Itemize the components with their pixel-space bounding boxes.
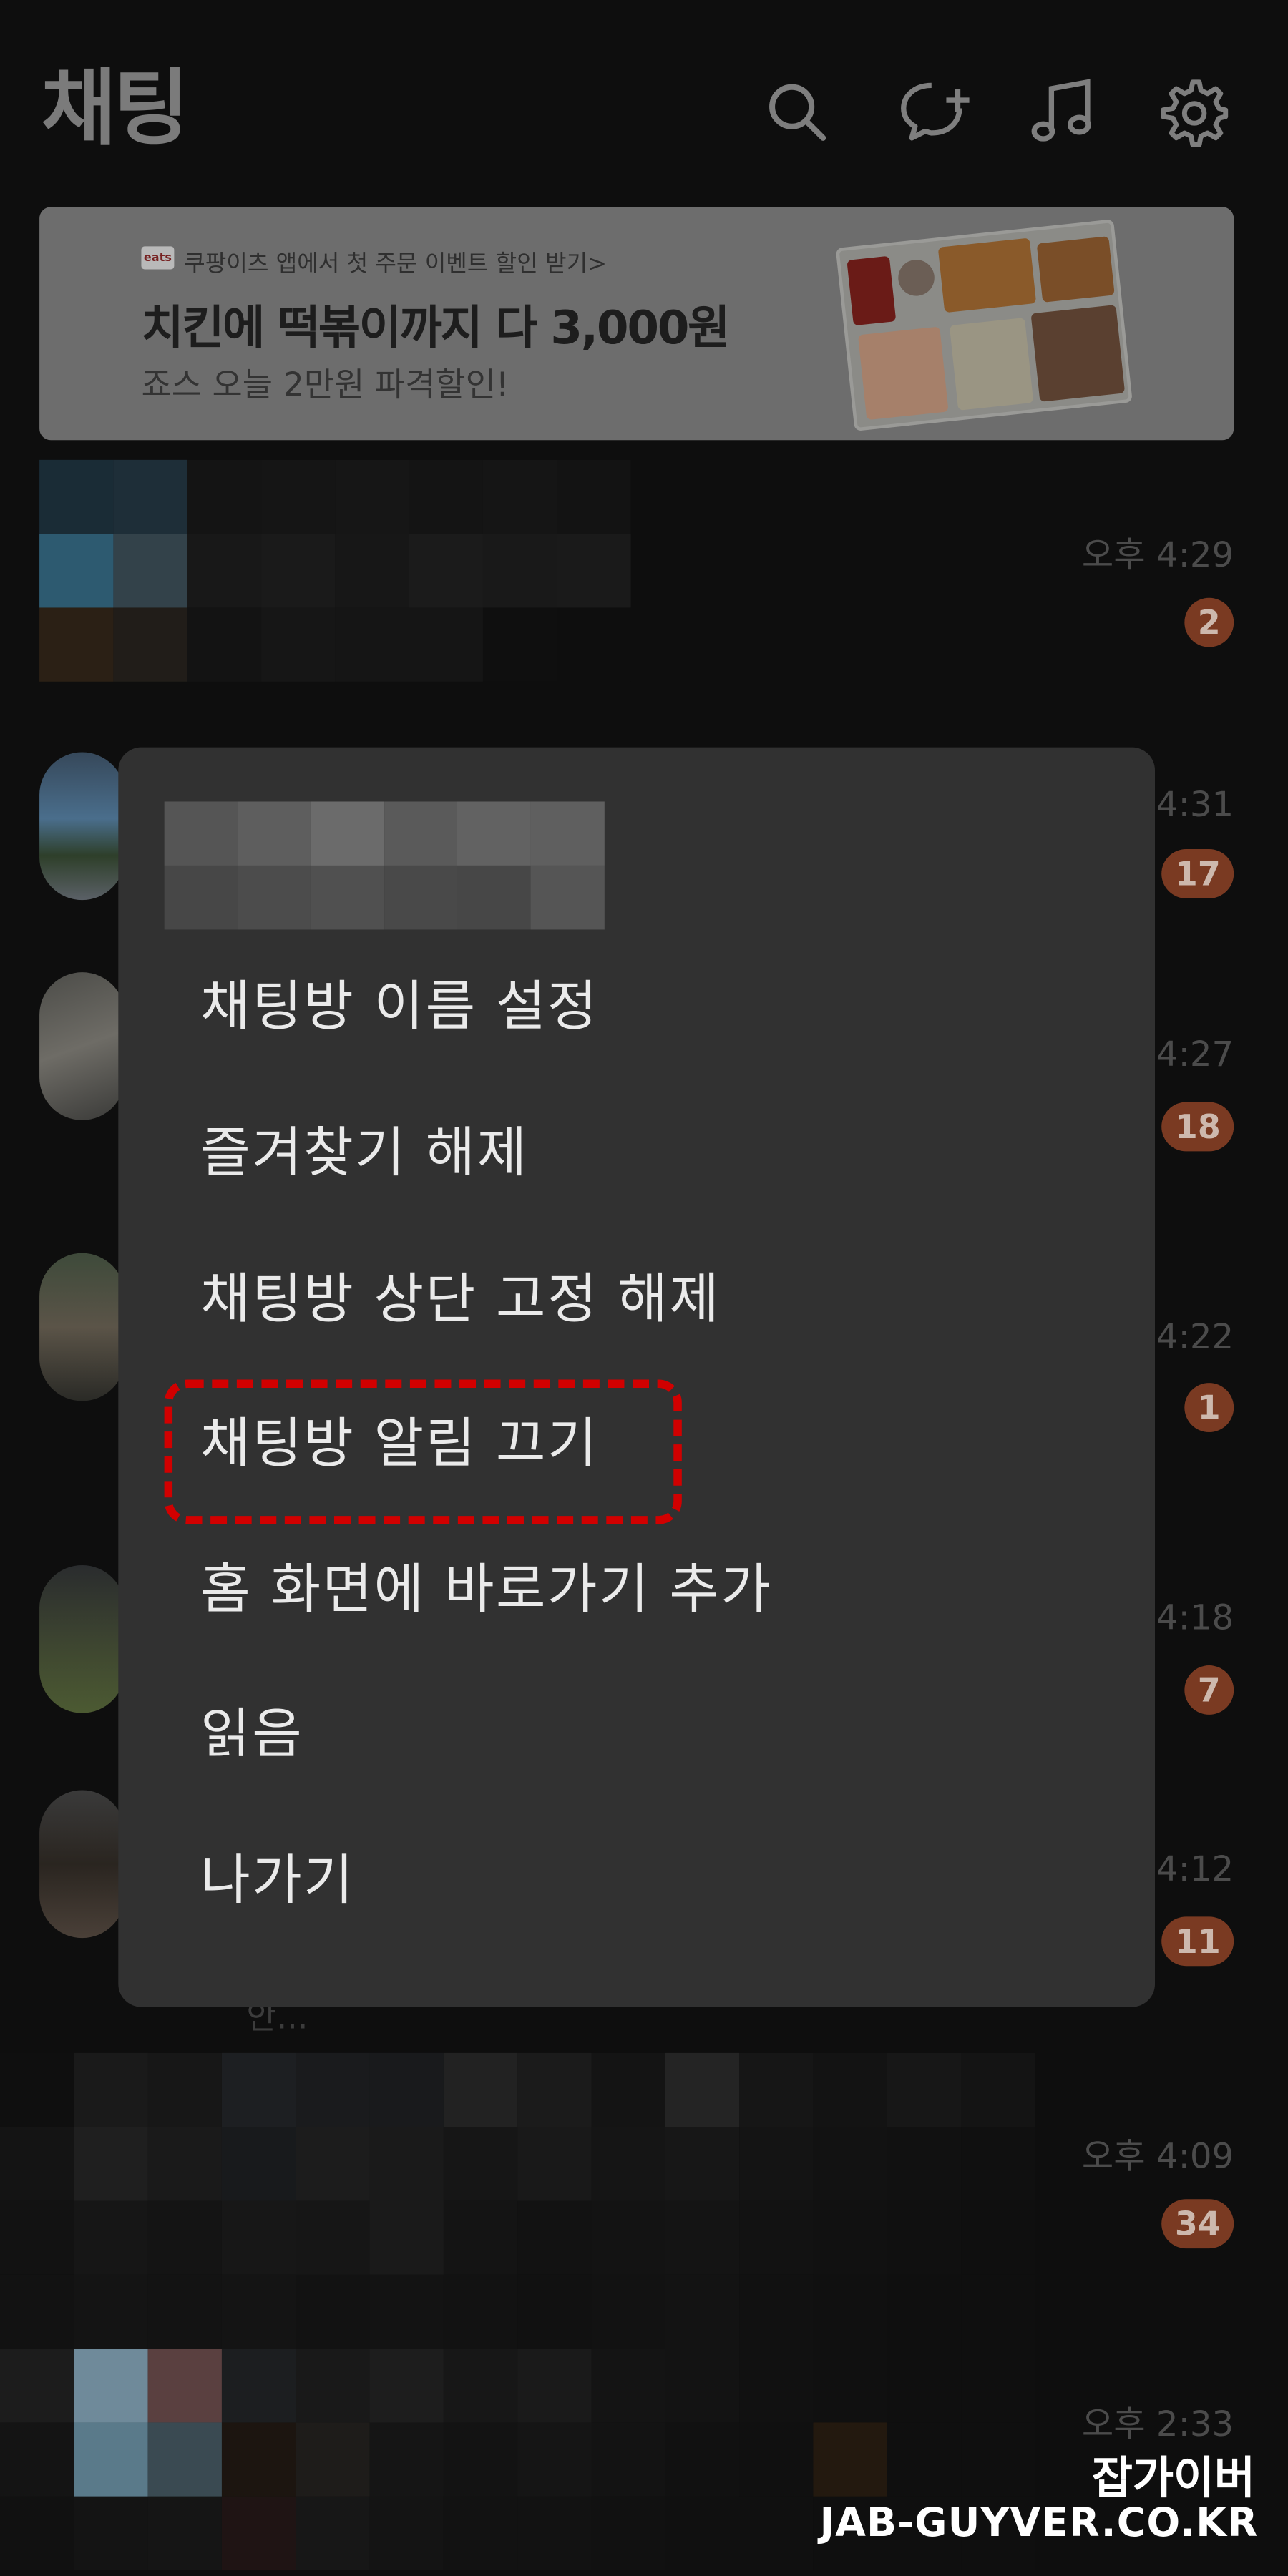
ad-caption: 쿠팡이츠 앱에서 첫 주문 이벤트 할인 받기> xyxy=(184,251,608,278)
search-icon[interactable] xyxy=(761,76,833,148)
chat-time: 4:12 xyxy=(1156,1849,1234,1889)
menu-item-mark-read[interactable]: 읽음 xyxy=(200,1677,1088,1792)
chat-context-menu: 채팅방 이름 설정 즐겨찾기 해제 채팅방 상단 고정 해제 채팅방 알림 끄기… xyxy=(118,747,1156,2007)
music-icon[interactable] xyxy=(1027,76,1099,148)
unread-badge: 34 xyxy=(1161,2199,1234,2249)
blurred-chat-preview xyxy=(39,459,631,682)
new-chat-icon[interactable] xyxy=(899,76,971,148)
settings-icon[interactable] xyxy=(1156,76,1229,148)
chat-avatar[interactable] xyxy=(39,1564,125,1713)
ad-banner[interactable]: eats 쿠팡이츠 앱에서 첫 주문 이벤트 할인 받기> 치킨에 떡볶이까지 … xyxy=(39,207,1234,441)
menu-item-unfavorite[interactable]: 즐겨찾기 해제 xyxy=(200,1095,1088,1210)
chat-time: 오후 2:33 xyxy=(1081,2404,1234,2444)
chat-time: 오후 4:09 xyxy=(1081,2136,1234,2177)
unread-badge: 1 xyxy=(1184,1383,1234,1433)
menu-item-rename[interactable]: 채팅방 이름 설정 xyxy=(200,949,1088,1064)
menu-item-leave[interactable]: 나가기 xyxy=(200,1823,1088,1938)
eats-logo: eats xyxy=(141,246,175,270)
screen: 채팅 eats 쿠팡이츠 앱에서 첫 주문 이벤트 할인 받기> 치킨에 떡볶이… xyxy=(0,0,1288,2575)
highlight-annotation xyxy=(164,1379,682,1524)
chat-avatar[interactable] xyxy=(39,1253,125,1401)
watermark-title: 잡가이버 xyxy=(1091,2454,1256,2505)
chat-time: 4:31 xyxy=(1156,785,1234,825)
chat-avatar[interactable] xyxy=(39,972,125,1120)
unread-badge: 18 xyxy=(1161,1102,1234,1152)
unread-badge: 17 xyxy=(1161,848,1234,898)
menu-item-unpin[interactable]: 채팅방 상단 고정 해제 xyxy=(200,1242,1088,1357)
ad-subtitle: 죠스 오늘 2만원 파격할인! xyxy=(141,364,509,404)
chat-avatar[interactable] xyxy=(39,752,125,901)
watermark-url: JAB-GUYVER.CO.KR xyxy=(819,2499,1259,2546)
chat-time: 4:27 xyxy=(1156,1034,1234,1074)
menu-item-add-home-shortcut[interactable]: 홈 화면에 바로가기 추가 xyxy=(200,1532,1088,1647)
chat-time: 4:22 xyxy=(1156,1317,1234,1357)
page-title: 채팅 xyxy=(41,60,189,157)
unread-badge: 2 xyxy=(1184,597,1234,647)
unread-badge: 7 xyxy=(1184,1665,1234,1715)
chat-time: 4:18 xyxy=(1156,1597,1234,1638)
ad-title: 치킨에 떡볶이까지 다 3,000원 xyxy=(141,300,730,355)
food-box-image xyxy=(835,219,1133,431)
chat-time: 오후 4:29 xyxy=(1081,535,1234,575)
chat-avatar[interactable] xyxy=(39,1790,125,1939)
blurred-chatroom-name xyxy=(164,801,605,930)
unread-badge: 11 xyxy=(1161,1916,1234,1967)
blurred-chat-list xyxy=(0,2052,1035,2575)
